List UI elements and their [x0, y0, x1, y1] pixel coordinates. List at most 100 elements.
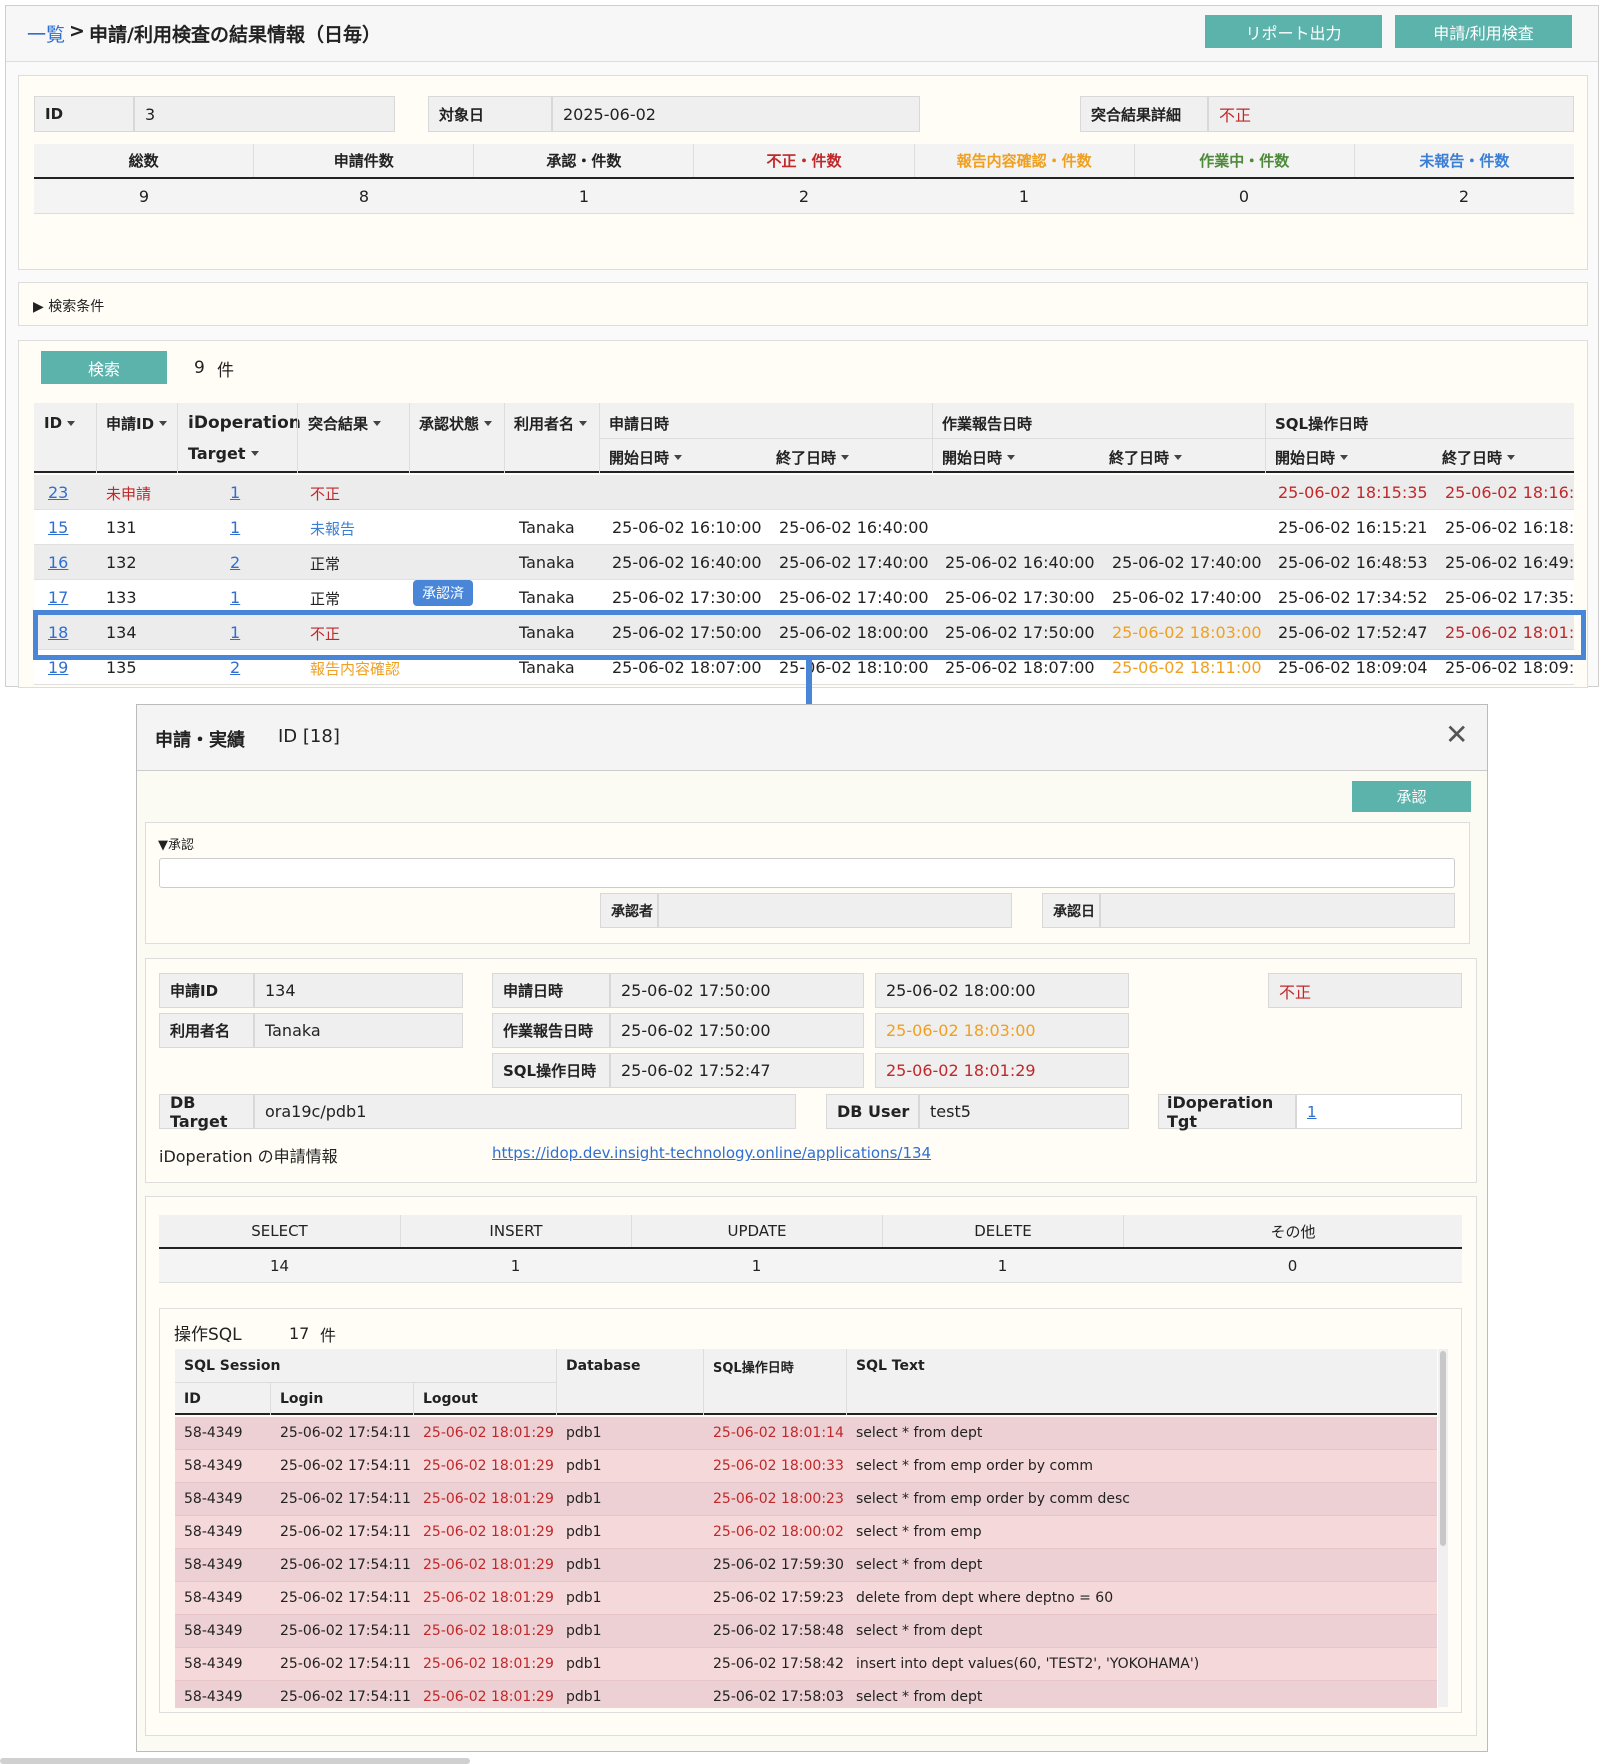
col-user[interactable]: 利用者名 — [514, 411, 588, 435]
col-end-label: 終了日時 — [776, 448, 837, 467]
sort-caret-icon — [67, 420, 76, 426]
report-output-button[interactable]: リポート出力 — [1205, 15, 1382, 48]
status-value: 不正 — [1268, 973, 1462, 1008]
col-approval[interactable]: 承認状態 — [419, 411, 493, 435]
breadcrumb-link[interactable]: 一覧 — [27, 20, 65, 47]
row-target-link[interactable]: 1 — [230, 518, 240, 537]
sql-list-count: 17 — [289, 1324, 310, 1343]
row-work-start: 25-06-02 16:40:00 — [945, 553, 1095, 572]
sql-row[interactable]: 58-4349 25-06-02 17:54:11 25-06-02 18:01:2… — [175, 1417, 1437, 1450]
search-conditions-panel[interactable]: ▶ 検索条件 — [18, 282, 1588, 326]
summary-count-label: 未報告・件数 — [1353, 144, 1574, 177]
sql-row-database: pdb1 — [566, 1458, 602, 1474]
sql-row-login: 25-06-02 17:54:11 — [280, 1557, 411, 1573]
sql-stat-label: SELECT — [251, 1222, 308, 1240]
close-icon[interactable]: ✕ — [1445, 721, 1468, 749]
col-result[interactable]: 突合結果 — [308, 411, 382, 435]
sql-row[interactable]: 58-4349 25-06-02 17:54:11 25-06-02 18:01:2… — [175, 1483, 1437, 1516]
sql-row-logout: 25-06-02 18:01:29 — [423, 1458, 554, 1474]
sql-row[interactable]: 58-4349 25-06-02 17:54:11 25-06-02 18:01:2… — [175, 1648, 1437, 1681]
sql-row-database: pdb1 — [566, 1656, 602, 1672]
row-target-link[interactable]: 1 — [230, 588, 240, 607]
sql-table-scrollbar[interactable] — [1438, 1349, 1448, 1707]
sql-row-database: pdb1 — [566, 1524, 602, 1540]
summary-result-value: 不正 — [1208, 96, 1574, 132]
row-req-id: 135 — [106, 658, 137, 677]
sql-row-logout: 25-06-02 18:01:29 — [423, 1623, 554, 1639]
sql-stat-value: 14 — [269, 1256, 290, 1275]
table-row[interactable]: 15 131 1 未報告 Tanaka 25-06-02 16:10:00 25-06-02… — [34, 510, 1574, 545]
row-result: 不正 — [310, 485, 341, 503]
sql-row-database: pdb1 — [566, 1590, 602, 1606]
result-count: 9 — [194, 358, 205, 378]
col-sql-start[interactable]: 開始日時 — [1275, 445, 1349, 469]
inspect-button[interactable]: 申請/利用検査 — [1395, 15, 1572, 48]
sql-row-text: insert into dept values(60, 'TEST2', 'YO… — [856, 1656, 1200, 1672]
work-dt-label: 作業報告日時 — [492, 1013, 610, 1048]
col-idop-target[interactable]: iDoperation — [188, 411, 301, 435]
row-id-link[interactable]: 17 — [48, 588, 68, 607]
row-work-end: 25-06-02 17:40:00 — [1112, 553, 1262, 572]
summary-count-values: 9 8 1 2 1 0 2 — [34, 179, 1574, 214]
col-req-id[interactable]: 申請ID — [106, 411, 168, 435]
summary-count-value: 1 — [578, 186, 590, 206]
col-sql-dt-label: SQL操作日時 — [1275, 414, 1369, 433]
table-row[interactable]: 16 132 2 正常 Tanaka 25-06-02 16:40:00 25-06-02 … — [34, 545, 1574, 580]
sql-row-id: 58-4349 — [184, 1590, 243, 1606]
idop-info-link[interactable]: https://idop.dev.insight-technology.onli… — [492, 1144, 931, 1162]
col-req-start[interactable]: 開始日時 — [609, 445, 683, 469]
row-req-id: 131 — [106, 518, 137, 537]
sql-row[interactable]: 58-4349 25-06-02 17:54:11 25-06-02 18:01:2… — [175, 1516, 1437, 1549]
work-end-value: 25-06-02 18:03:00 — [875, 1013, 1129, 1048]
col-work-datetime: 作業報告日時 — [942, 411, 1032, 435]
row-sql-start: 25-06-02 16:15:21 — [1278, 518, 1428, 537]
approve-button[interactable]: 承認 — [1352, 781, 1471, 812]
page-scrollbar[interactable] — [0, 1758, 470, 1764]
row-sql-end: 25-06-02 18:16:0 — [1445, 483, 1574, 502]
sql-row[interactable]: 58-4349 25-06-02 17:54:11 25-06-02 18:01:2… — [175, 1615, 1437, 1648]
results-header-grid: ID 申請ID iDoperation Target 突合結果 承認状態 利用者… — [34, 403, 1574, 473]
sql-row-datetime: 25-06-02 17:58:48 — [713, 1623, 844, 1639]
col-req-id-label: 申請ID — [106, 414, 155, 433]
row-target-link[interactable]: 1 — [230, 483, 240, 502]
header-divider — [599, 438, 1574, 439]
sql-end-value: 25-06-02 18:01:29 — [875, 1053, 1129, 1088]
row-id-link[interactable]: 16 — [48, 553, 68, 572]
row-work-start: 25-06-02 17:30:00 — [945, 588, 1095, 607]
approval-toggle[interactable]: ▼承認 — [158, 834, 194, 853]
row-user: Tanaka — [519, 518, 575, 537]
sql-row-text: delete from dept where deptno = 60 — [856, 1590, 1114, 1606]
row-id-link[interactable]: 19 — [48, 658, 68, 677]
row-result: 正常 — [310, 555, 341, 573]
col-req-end[interactable]: 終了日時 — [776, 445, 850, 469]
row-req-end: 25-06-02 16:40:00 — [779, 518, 929, 537]
row-target-link[interactable]: 2 — [230, 553, 240, 572]
col-idop-target-2[interactable]: Target — [188, 441, 259, 465]
approval-comment-input[interactable] — [159, 858, 1455, 888]
row-target-link[interactable]: 2 — [230, 658, 240, 677]
sort-caret-icon — [1174, 454, 1183, 460]
row-id-link[interactable]: 23 — [48, 483, 68, 502]
sql-stat-label: INSERT — [400, 1215, 631, 1247]
col-work-start[interactable]: 開始日時 — [942, 445, 1016, 469]
sql-list-title: 操作SQL — [174, 1325, 242, 1345]
table-row[interactable]: 23 未申請 1 不正 25-06-02 18:15:35 25-06-02 18:16:… — [34, 475, 1574, 510]
sql-row-id: 58-4349 — [184, 1425, 243, 1441]
req-dt-label: 申請日時 — [492, 973, 610, 1008]
sql-row[interactable]: 58-4349 25-06-02 17:54:11 25-06-02 18:01:2… — [175, 1681, 1437, 1708]
idop-tgt-link[interactable]: 1 — [1307, 1103, 1317, 1121]
sql-row[interactable]: 58-4349 25-06-02 17:54:11 25-06-02 18:01:2… — [175, 1582, 1437, 1615]
col-sql-end[interactable]: 終了日時 — [1442, 445, 1516, 469]
row-id-link[interactable]: 15 — [48, 518, 68, 537]
col-start-label: 開始日時 — [1275, 448, 1336, 467]
search-conditions-toggle[interactable]: ▶ 検索条件 — [33, 296, 104, 316]
search-button[interactable]: 検索 — [41, 351, 167, 384]
col-user-label: 利用者名 — [514, 414, 575, 433]
sql-row[interactable]: 58-4349 25-06-02 17:54:11 25-06-02 18:01:2… — [175, 1450, 1437, 1483]
sql-row[interactable]: 58-4349 25-06-02 17:54:11 25-06-02 18:01:2… — [175, 1549, 1437, 1582]
row-sql-start: 25-06-02 16:48:53 — [1278, 553, 1428, 572]
scrollbar-thumb[interactable] — [1440, 1351, 1446, 1546]
col-id[interactable]: ID — [44, 411, 76, 435]
sql-row-id: 58-4349 — [184, 1656, 243, 1672]
col-work-end[interactable]: 終了日時 — [1109, 445, 1183, 469]
